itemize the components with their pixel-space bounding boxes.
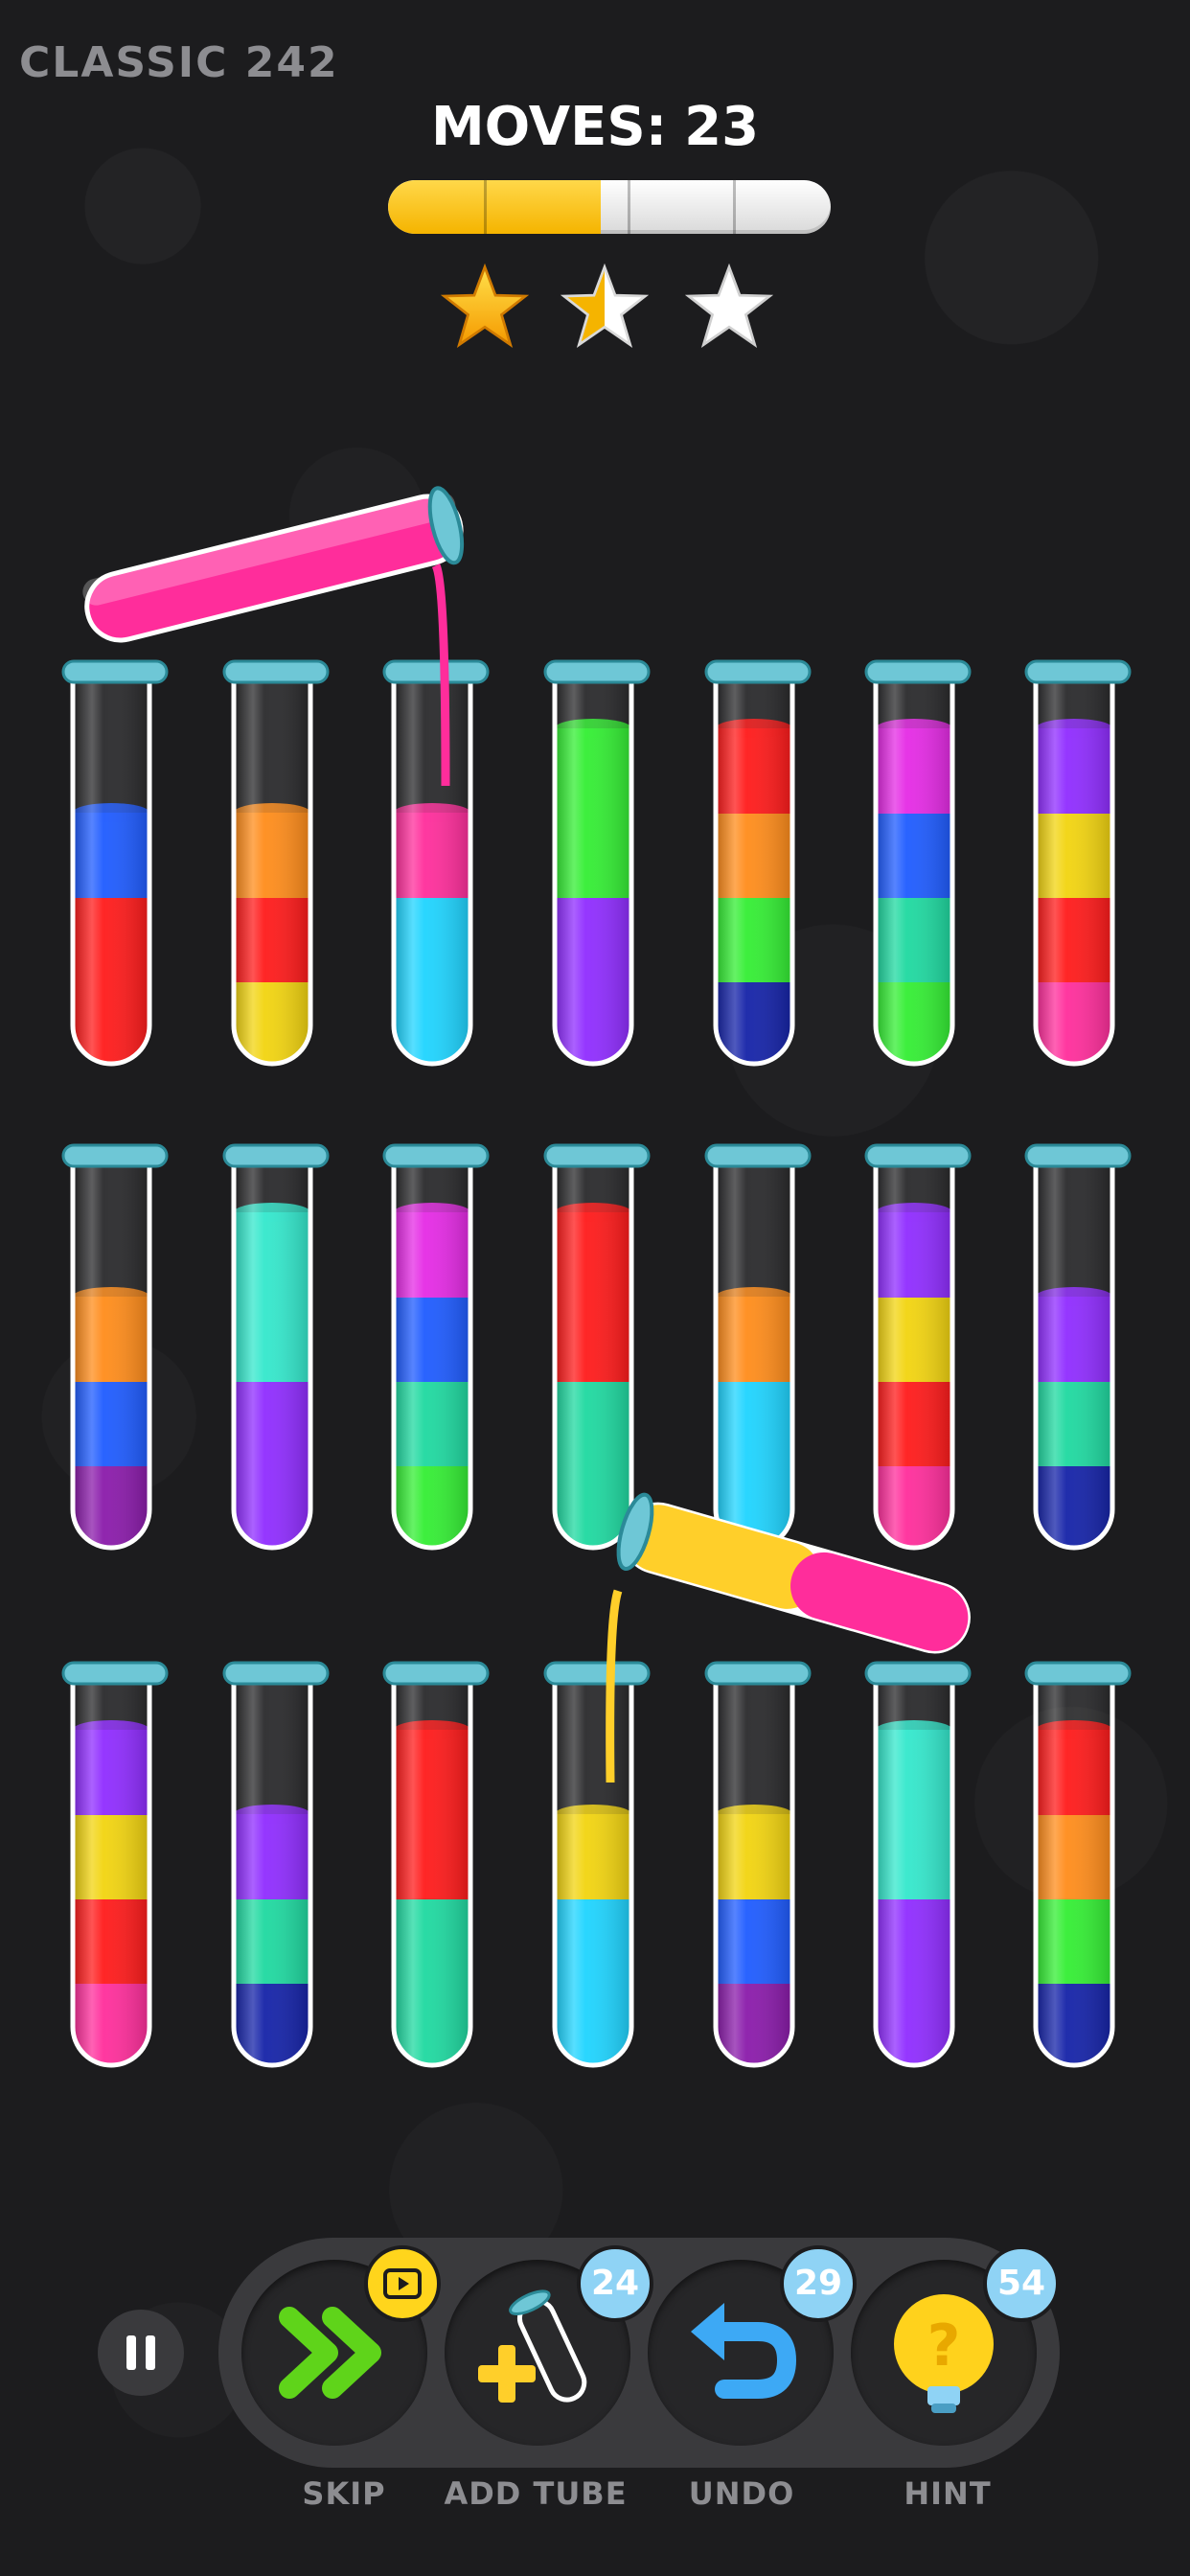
progress-fill — [388, 180, 601, 234]
test-tube[interactable] — [539, 652, 654, 1083]
progress-divider — [484, 180, 487, 234]
tube-rim — [61, 1143, 169, 1168]
level-title: CLASSIC 242 — [19, 38, 339, 87]
tube-rim — [382, 1143, 490, 1168]
add-tube-badge: 24 — [577, 2245, 653, 2322]
add-tube-label: ADD TUBE — [444, 2475, 628, 2512]
test-tube[interactable] — [218, 1136, 333, 1567]
moves-label: MOVES: — [430, 96, 668, 158]
test-tube[interactable] — [1020, 1653, 1135, 2084]
tube-rim — [222, 1661, 330, 1686]
test-tube[interactable] — [57, 1136, 172, 1567]
moves-counter: MOVES: 23 — [0, 96, 1190, 158]
test-tube[interactable] — [378, 1136, 493, 1567]
star-rating — [441, 264, 776, 355]
tube-rim — [704, 659, 812, 684]
tube-rim — [1024, 1661, 1132, 1686]
tube-rim — [61, 1661, 169, 1686]
star-icon — [561, 264, 649, 348]
moves-count: 23 — [684, 96, 760, 158]
pause-button[interactable] — [98, 2310, 184, 2396]
test-tube[interactable] — [378, 1653, 493, 2084]
test-tube[interactable] — [1020, 1136, 1135, 1567]
test-tube[interactable] — [1020, 652, 1135, 1083]
pouring-tube-yellow-pink[interactable] — [589, 1476, 992, 1782]
tube-rim — [864, 659, 972, 684]
tube-rim — [543, 1143, 651, 1168]
test-tube[interactable] — [57, 1653, 172, 2084]
star-icon — [441, 264, 529, 348]
tube-rim — [382, 1661, 490, 1686]
tube-rim — [543, 659, 651, 684]
undo-label: UNDO — [688, 2475, 795, 2512]
tube-rim — [222, 1143, 330, 1168]
test-tube[interactable] — [218, 1653, 333, 2084]
tube-rim — [864, 1143, 972, 1168]
test-tube[interactable] — [700, 652, 815, 1083]
tube-rim — [1024, 1143, 1132, 1168]
star-icon — [685, 264, 773, 348]
tube-rim — [1024, 659, 1132, 684]
pouring-tube-pink[interactable] — [57, 479, 469, 795]
progress-divider — [628, 180, 630, 234]
skip-label: SKIP — [302, 2475, 386, 2512]
video-icon — [383, 2268, 422, 2299]
progress-divider — [733, 180, 736, 234]
hint-badge: 54 — [983, 2245, 1060, 2322]
hint-label: HINT — [904, 2475, 992, 2512]
svg-text:?: ? — [927, 2312, 961, 2380]
moves-progress-bar — [388, 180, 831, 234]
tube-rim — [704, 1143, 812, 1168]
undo-badge: 29 — [780, 2245, 857, 2322]
video-badge — [364, 2245, 441, 2322]
pause-icon — [126, 2335, 136, 2370]
test-tube[interactable] — [860, 652, 975, 1083]
